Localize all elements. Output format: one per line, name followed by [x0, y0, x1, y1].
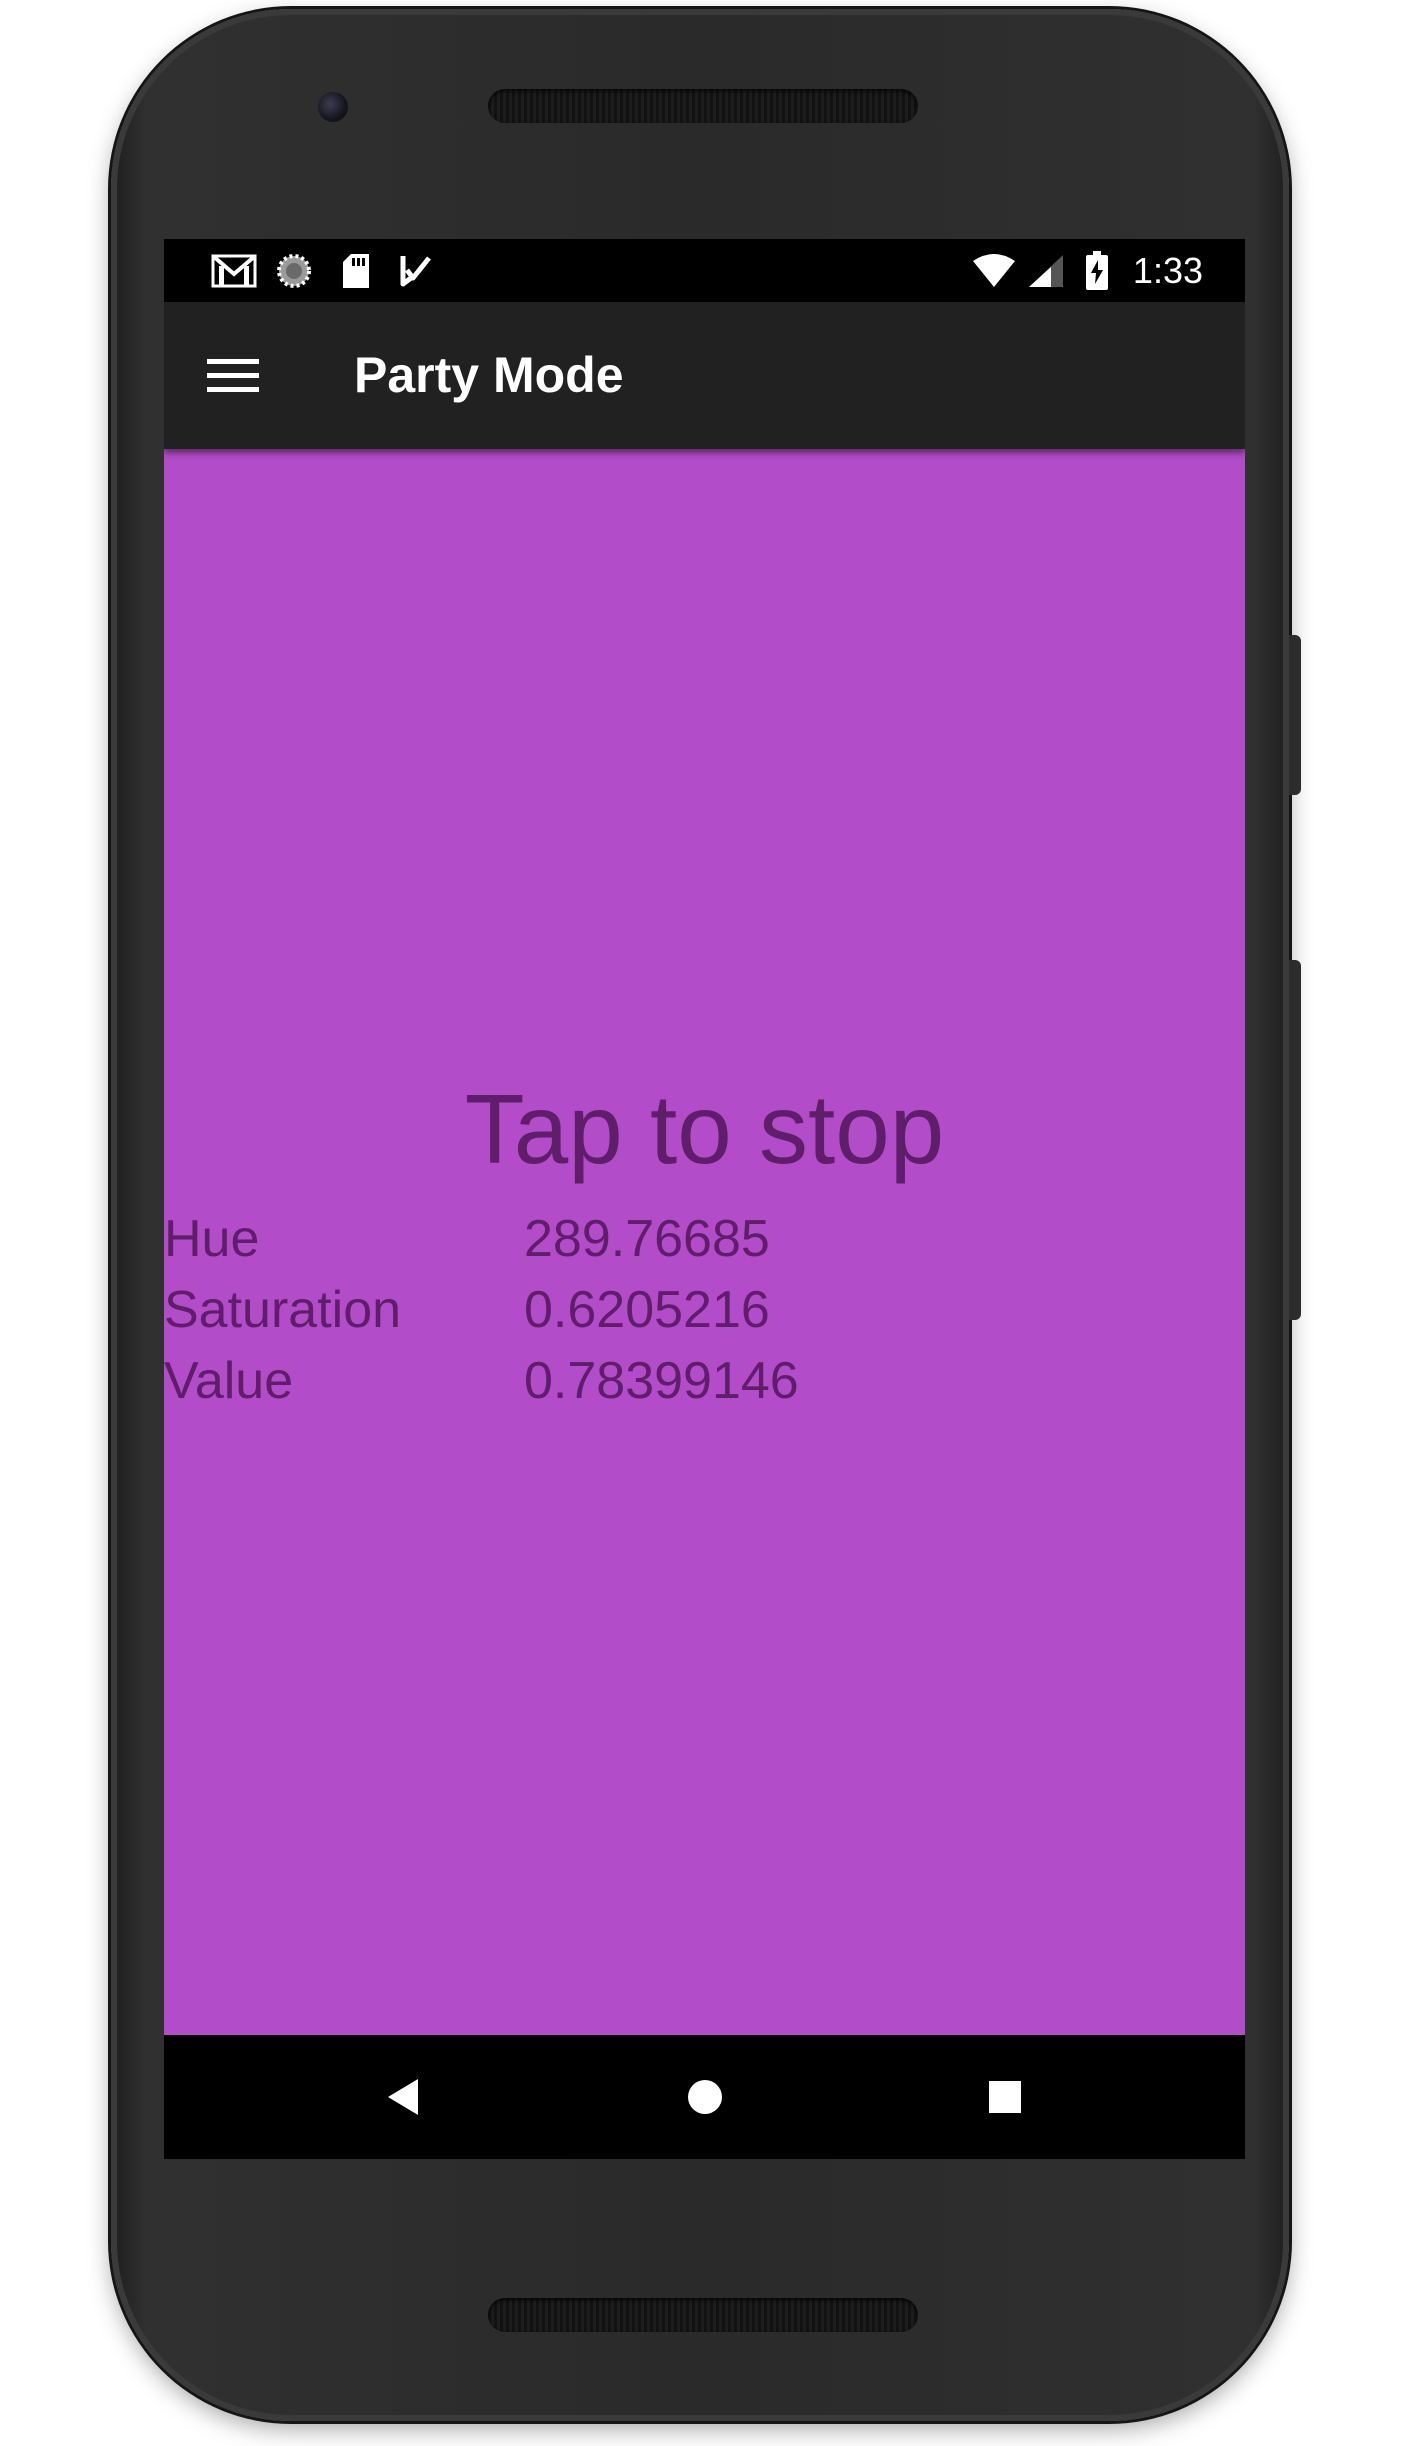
- back-triangle-icon[interactable]: [368, 2062, 438, 2132]
- value-value: 0.78399146: [524, 1352, 799, 1410]
- cell-signal-icon: [1026, 251, 1066, 291]
- front-camera: [318, 92, 348, 122]
- status-time: 1:33: [1132, 250, 1203, 291]
- saturation-row: Saturation 0.6205216: [164, 1275, 1245, 1345]
- navigation-bar: [164, 2035, 1245, 2159]
- saturation-value: 0.6205216: [524, 1281, 770, 1339]
- value-row: Value 0.78399146: [164, 1346, 1245, 1416]
- status-bar: 1:33: [164, 239, 1245, 302]
- app-title: Party Mode: [354, 347, 624, 403]
- bottom-speaker: [488, 2298, 918, 2332]
- sd-card-icon: [339, 251, 373, 291]
- hue-row: Hue 289.76685: [164, 1204, 1245, 1274]
- hue-value: 289.76685: [524, 1210, 770, 1268]
- saturation-label: Saturation: [164, 1281, 402, 1339]
- power-button: [1289, 635, 1301, 795]
- earpiece-speaker: [488, 89, 918, 123]
- volume-rocker: [1289, 960, 1301, 1320]
- recents-square-icon[interactable]: [970, 2062, 1040, 2132]
- wifi-icon: [970, 251, 1018, 291]
- hamburger-menu-icon[interactable]: [198, 340, 268, 410]
- home-circle-icon[interactable]: [670, 2062, 740, 2132]
- sync-icon: [274, 251, 314, 291]
- value-label: Value: [164, 1352, 294, 1410]
- task-done-icon: [396, 251, 436, 291]
- app-bar: Party Mode: [164, 302, 1245, 449]
- phone-screen: 1:33 Party Mode Tap to stop Hue 289.7668…: [164, 239, 1245, 2159]
- gmail-icon: [210, 251, 258, 291]
- party-mode-content[interactable]: Tap to stop Hue 289.76685 Saturation 0.6…: [164, 449, 1245, 2035]
- hue-label: Hue: [164, 1210, 260, 1268]
- battery-charging-icon: [1082, 251, 1112, 291]
- tap-to-stop-label: Tap to stop: [464, 1074, 945, 1184]
